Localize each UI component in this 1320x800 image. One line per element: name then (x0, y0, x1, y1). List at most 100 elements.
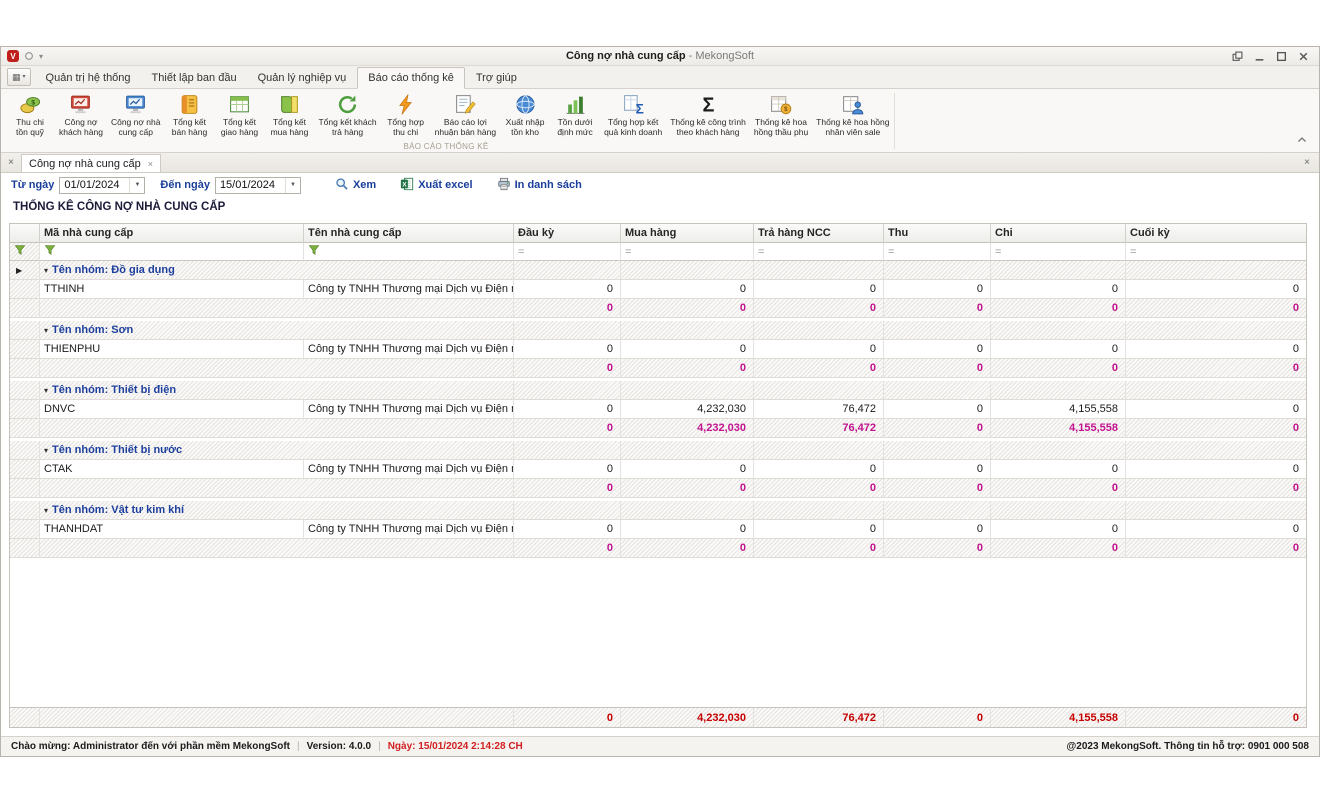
filter-operator: = (888, 246, 894, 258)
subtotal-value-cell: 0 (991, 539, 1126, 558)
filter-operator: = (758, 246, 764, 258)
data-row[interactable]: THIENPHUCông ty TNHH Thương mại Dịch vụ … (10, 340, 1306, 359)
ribbon-item[interactable]: Tổng kếtgiao hàng (214, 91, 264, 138)
column-header[interactable]: Chi (991, 224, 1126, 243)
group-empty-cell (991, 441, 1126, 460)
svg-text:Σ: Σ (635, 101, 643, 116)
filter-indicator-cell[interactable] (10, 243, 40, 261)
maximize-icon[interactable] (1276, 51, 1287, 62)
group-header-row[interactable]: ▾Tên nhóm: Sơn (10, 321, 1306, 340)
ribbon-item[interactable]: Tổng hợpthu chi (381, 91, 431, 138)
group-header-row[interactable]: ▶▾Tên nhóm: Đồ gia dụng (10, 261, 1306, 280)
quick-access-dropdown-icon[interactable]: ▾ (39, 52, 43, 61)
group-header-row[interactable]: ▾Tên nhóm: Vật tư kim khí (10, 501, 1306, 520)
subtotal-empty-cell (40, 299, 514, 318)
value-cell: 0 (754, 340, 884, 359)
svg-text:$: $ (785, 106, 789, 113)
ribbon-item-label: Thu chi (16, 117, 44, 127)
chevron-down-icon[interactable]: ▼ (129, 178, 144, 193)
document-tab[interactable]: Công nợ nhà cung cấp × (21, 154, 161, 172)
ribbon-tab[interactable]: Quản trị hệ thống (36, 68, 141, 88)
row-indicator-cell (10, 479, 40, 498)
ribbon-item[interactable]: $Thu chitồn quỹ (5, 91, 55, 138)
ribbon-item[interactable]: Báo cáo lợinhuận bán hàng (431, 91, 500, 138)
filter-cell[interactable]: = (514, 243, 621, 261)
switch-windows-icon[interactable] (1232, 51, 1243, 62)
column-header[interactable]: Trả hàng NCC (754, 224, 884, 243)
filter-cell[interactable]: = (1126, 243, 1306, 261)
chevron-down-icon[interactable]: ▼ (285, 178, 300, 193)
group-empty-cell (621, 441, 754, 460)
ribbon-app-menu-button[interactable]: ▦▾ (7, 68, 31, 86)
from-date-combobox[interactable]: 01/01/2024 ▼ (59, 177, 145, 194)
column-header[interactable]: Đầu kỳ (514, 224, 621, 243)
ribbon-collapse-icon[interactable] (1297, 130, 1307, 148)
svg-text:Σ: Σ (702, 94, 714, 116)
export-excel-button[interactable]: X Xuất excel (395, 175, 477, 196)
ribbon-tab[interactable]: Trợ giúp (466, 68, 527, 88)
value-cell: 0 (621, 280, 754, 299)
ribbon-item-label: tồn kho (511, 127, 539, 137)
close-document-icon[interactable]: × (1299, 153, 1315, 172)
ribbon-item[interactable]: ΣThống kê công trìnhtheo khách hàng (666, 91, 750, 138)
ribbon-item[interactable]: Tổng kếtmua hàng (264, 91, 314, 138)
data-row[interactable]: TTHINHCông ty TNHH Thương mại Dịch vụ Đi… (10, 280, 1306, 299)
ribbon-item-label: theo khách hàng (677, 127, 740, 137)
to-date-value: 15/01/2024 (220, 179, 275, 191)
column-header[interactable]: Tên nhà cung cấp (304, 224, 514, 243)
column-header[interactable]: Thu (884, 224, 991, 243)
ribbon-item[interactable]: Tổng kếtbán hàng (164, 91, 214, 138)
data-row[interactable]: CTAKCông ty TNHH Thương mại Dịch vụ Điện… (10, 460, 1306, 479)
filter-cell[interactable] (40, 243, 304, 261)
quick-access-icon[interactable] (24, 51, 34, 61)
ribbon-item-label: thu chi (393, 127, 418, 137)
column-header[interactable]: Mua hàng (621, 224, 754, 243)
collapse-group-icon[interactable]: ▾ (44, 326, 48, 335)
collapse-group-icon[interactable]: ▾ (44, 386, 48, 395)
column-header[interactable]: Mã nhà cung cấp (40, 224, 304, 243)
ribbon-item[interactable]: Công nợ nhàcung cấp (107, 91, 165, 138)
print-list-button[interactable]: In danh sách (492, 175, 587, 196)
ribbon-tab[interactable]: Thiết lập ban đầu (142, 68, 247, 88)
subtotal-value-cell: 0 (1126, 539, 1306, 558)
group-empty-cell (884, 261, 991, 280)
coins-icon: $ (19, 92, 42, 117)
collapse-group-icon[interactable]: ▾ (44, 506, 48, 515)
ribbon-tab[interactable]: Báo cáo thống kê (357, 67, 465, 89)
ribbon-item[interactable]: ΣTổng hợp kếtquả kinh doanh (600, 91, 666, 138)
close-all-tabs-icon[interactable]: × (1, 153, 21, 172)
group-header-row[interactable]: ▾Tên nhóm: Thiết bị điện (10, 381, 1306, 400)
group-empty-cell (884, 321, 991, 340)
filter-cell[interactable] (304, 243, 514, 261)
filter-cell[interactable]: = (621, 243, 754, 261)
group-empty-cell (1126, 321, 1306, 340)
ribbon-item[interactable]: Tổng kết kháchtrả hàng (314, 91, 380, 138)
ribbon-item-label: Xuất nhập (506, 117, 545, 127)
group-subtotal-row: 000000 (10, 359, 1306, 378)
group-header-row[interactable]: ▾Tên nhóm: Thiết bị nước (10, 441, 1306, 460)
ribbon-item[interactable]: Tồn dướiđịnh mức (550, 91, 600, 138)
column-header[interactable]: Cuối kỳ (1126, 224, 1306, 243)
filter-cell[interactable]: = (991, 243, 1126, 261)
value-cell: 0 (754, 520, 884, 539)
view-button[interactable]: Xem (330, 175, 381, 196)
collapse-group-icon[interactable]: ▾ (44, 446, 48, 455)
data-row[interactable]: THANHDATCông ty TNHH Thương mại Dịch vụ … (10, 520, 1306, 539)
ribbon-item[interactable]: Công nợkhách hàng (55, 91, 107, 138)
filter-cell[interactable]: = (884, 243, 991, 261)
group-empty-cell (754, 381, 884, 400)
ribbon-item[interactable]: $Thống kê hoahồng thầu phụ (750, 91, 812, 138)
ribbon-item[interactable]: Thống kê hoa hồngnhân viên sale (812, 91, 893, 138)
filter-cell[interactable]: = (754, 243, 884, 261)
data-row[interactable]: DNVCCông ty TNHH Thương mại Dịch vụ Điện… (10, 400, 1306, 419)
group-empty-cell (1126, 441, 1306, 460)
close-icon[interactable] (1298, 51, 1309, 62)
close-tab-icon[interactable]: × (148, 159, 153, 169)
to-date-combobox[interactable]: 15/01/2024 ▼ (215, 177, 301, 194)
collapse-group-icon[interactable]: ▾ (44, 266, 48, 275)
printer-icon (497, 177, 511, 194)
ribbon-item[interactable]: Xuất nhậptồn kho (500, 91, 550, 138)
minimize-icon[interactable] (1254, 51, 1265, 62)
group-subtotal-row: 000000 (10, 539, 1306, 558)
ribbon-tab[interactable]: Quản lý nghiệp vụ (248, 68, 357, 88)
